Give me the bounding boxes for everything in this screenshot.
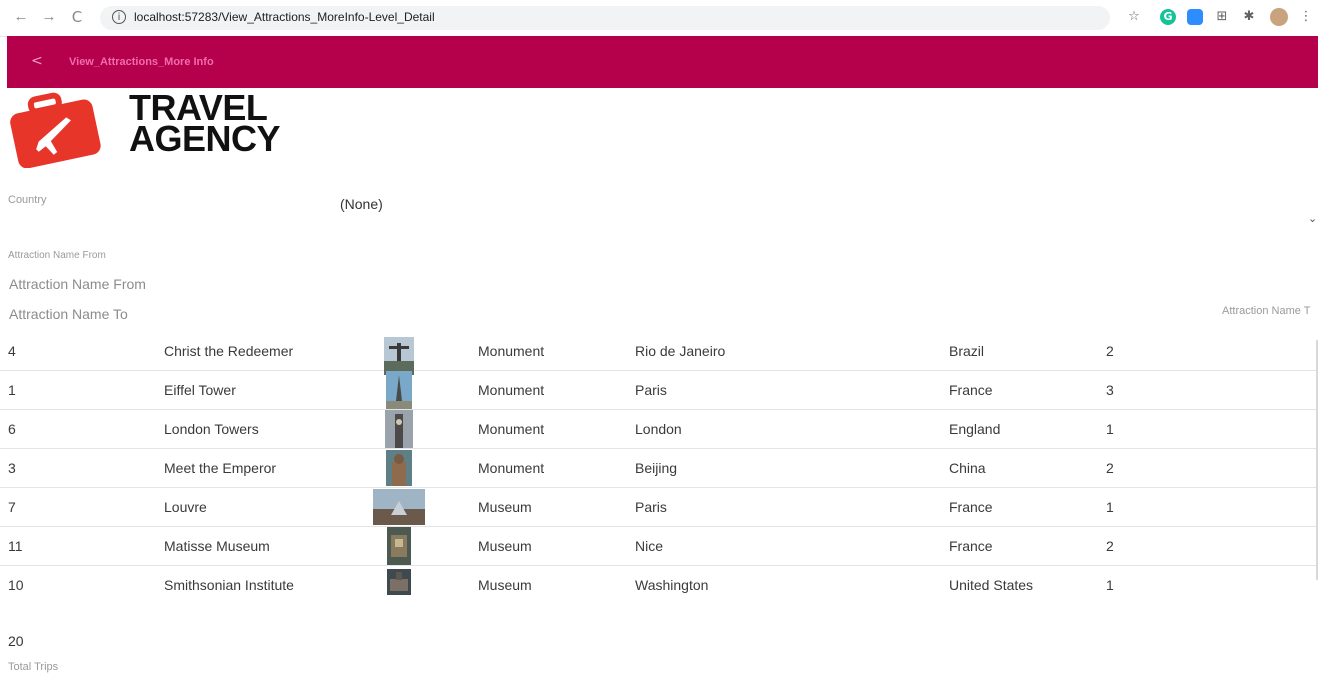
attraction-name[interactable]: London Towers: [164, 421, 259, 437]
site-info-icon[interactable]: i: [112, 10, 126, 24]
attraction-category: Monument: [478, 421, 545, 437]
attraction-id: 6: [8, 421, 16, 437]
attractions-grid: 4 Christ the Redeemer Monument Rio de Ja…: [0, 332, 1318, 604]
profile-avatar-icon[interactable]: [1270, 8, 1288, 26]
suitcase-logo-icon: [10, 92, 101, 168]
attraction-name-to-input[interactable]: Attraction Name To: [9, 306, 128, 322]
country-label: Country: [8, 194, 47, 206]
attraction-city: Washington: [635, 577, 709, 593]
reload-icon[interactable]: C: [68, 8, 86, 26]
attraction-city: Beijing: [635, 460, 678, 476]
address-url[interactable]: localhost:57283/View_Attractions_MoreInf…: [134, 10, 435, 24]
total-trips-value: 20: [8, 633, 24, 649]
page-title: View_Attractions_More Info: [69, 56, 214, 68]
menu-kebab-icon[interactable]: ⋮: [1298, 9, 1314, 25]
attraction-trips: 1: [1106, 499, 1114, 515]
terracotta-warriors-thumbnail: [386, 450, 412, 486]
attraction-city: Paris: [635, 499, 667, 515]
attraction-name-from-input[interactable]: Attraction Name From: [9, 276, 146, 292]
browser-toolbar: ← → C i localhost:57283/View_Attractions…: [0, 0, 1318, 37]
attraction-country: France: [949, 538, 993, 554]
table-row[interactable]: 6 London Towers Monument London England …: [0, 410, 1318, 449]
country-select[interactable]: (None): [340, 196, 383, 212]
total-trips-label: Total Trips: [8, 661, 59, 673]
attraction-country: United States: [949, 577, 1034, 593]
louvre-thumbnail: [373, 489, 425, 525]
attraction-name[interactable]: Christ the Redeemer: [164, 343, 293, 359]
attraction-category: Monument: [478, 382, 545, 398]
attraction-id: 4: [8, 343, 16, 359]
attraction-category: Museum: [478, 499, 532, 515]
extensions-puzzle-icon[interactable]: ✱: [1241, 9, 1257, 25]
table-row[interactable]: 1 Eiffel Tower Monument Paris France 3: [0, 371, 1318, 410]
attraction-id: 1: [8, 382, 16, 398]
attraction-trips: 2: [1106, 460, 1114, 476]
attraction-trips: 1: [1106, 577, 1114, 593]
attraction-id: 3: [8, 460, 16, 476]
attraction-trips: 2: [1106, 538, 1114, 554]
attraction-country: Brazil: [949, 343, 985, 359]
attraction-trips: 3: [1106, 382, 1114, 398]
attraction-city: Rio de Janeiro: [635, 343, 726, 359]
attraction-trips: 1: [1106, 421, 1114, 437]
logo-wordmark: TRAVEL AGENCY: [129, 90, 281, 159]
star-icon[interactable]: ☆: [1126, 9, 1142, 25]
forward-arrow-icon[interactable]: →: [40, 8, 58, 26]
back-chevron-icon[interactable]: <: [31, 53, 43, 69]
attraction-country: England: [949, 421, 1001, 437]
attraction-city: Paris: [635, 382, 667, 398]
attraction-country: China: [949, 460, 986, 476]
logo-line-agency: AGENCY: [129, 118, 281, 159]
attraction-city: Nice: [635, 538, 664, 554]
table-row[interactable]: 3 Meet the Emperor Monument Beijing Chin…: [0, 449, 1318, 488]
attraction-city: London: [635, 421, 682, 437]
attraction-category: Monument: [478, 343, 545, 359]
table-row[interactable]: 10 Smithsonian Institute Museum Washingt…: [0, 566, 1318, 604]
attraction-name[interactable]: Eiffel Tower: [164, 382, 236, 398]
attraction-name[interactable]: Meet the Emperor: [164, 460, 276, 476]
table-row[interactable]: 4 Christ the Redeemer Monument Rio de Ja…: [0, 332, 1318, 375]
attraction-country: France: [949, 382, 993, 398]
attraction-name[interactable]: Louvre: [164, 499, 207, 515]
attraction-category: Museum: [478, 538, 532, 554]
address-bar[interactable]: i localhost:57283/View_Attractions_MoreI…: [100, 6, 1110, 30]
grammarly-icon[interactable]: G: [1160, 9, 1176, 25]
attraction-id: 11: [8, 538, 23, 554]
attraction-name-to-label: Attraction Name T: [1222, 305, 1311, 317]
attraction-category: Monument: [478, 460, 545, 476]
christ-redeemer-thumbnail: [384, 337, 414, 375]
app-header: < View_Attractions_More Info: [7, 36, 1318, 88]
chevron-down-icon[interactable]: ⌄: [1308, 212, 1317, 225]
attraction-name-from-label: Attraction Name From: [8, 250, 106, 261]
attraction-category: Museum: [478, 577, 532, 593]
matisse-museum-thumbnail: [387, 527, 411, 565]
attraction-id: 7: [8, 499, 16, 515]
attraction-trips: 2: [1106, 343, 1114, 359]
eiffel-tower-thumbnail: [386, 371, 412, 409]
attraction-id: 10: [8, 577, 24, 593]
table-row[interactable]: 11 Matisse Museum Museum Nice France 2: [0, 527, 1318, 566]
attraction-country: France: [949, 499, 993, 515]
table-row[interactable]: 7 Louvre Museum Paris France 1: [0, 488, 1318, 527]
attraction-name[interactable]: Smithsonian Institute: [164, 577, 294, 593]
smithsonian-thumbnail: [387, 569, 411, 595]
apps-grid-icon[interactable]: ⊞: [1214, 9, 1230, 25]
back-arrow-icon[interactable]: ←: [12, 8, 30, 26]
attraction-name[interactable]: Matisse Museum: [164, 538, 270, 554]
zoom-icon[interactable]: [1187, 9, 1203, 25]
big-ben-thumbnail: [385, 410, 413, 448]
